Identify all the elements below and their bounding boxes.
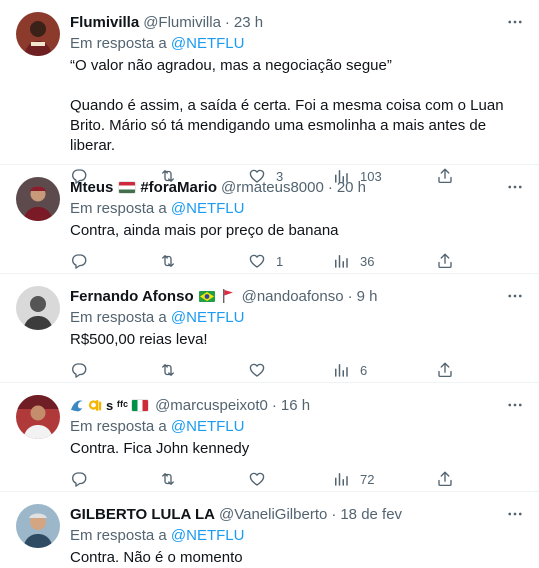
tweet-text: Contra, ainda mais por preço de banana: [70, 222, 339, 239]
italy-flag-icon: [132, 399, 149, 411]
avatar[interactable]: [16, 504, 60, 548]
display-name[interactable]: Fernando Afonso: [70, 288, 194, 305]
timestamp[interactable]: 9 h: [357, 288, 378, 305]
like-count: 1: [276, 253, 284, 269]
user-handle[interactable]: @marcuspeixot0: [155, 397, 268, 414]
reply-context: Em resposta a @NETFLU: [70, 308, 523, 328]
more-icon[interactable]: [503, 502, 527, 526]
share-button[interactable]: [436, 360, 454, 380]
tweet-text: Contra. Não é o momento: [70, 549, 243, 566]
views-icon: [332, 252, 350, 270]
reply-prefix: Em resposta a: [70, 200, 167, 217]
share-icon: [436, 470, 454, 488]
more-icon[interactable]: [503, 284, 527, 308]
tweet-text: “O valor não agradou, mas a negociação s…: [70, 57, 504, 154]
views-button[interactable]: 6: [332, 360, 367, 380]
reply-button[interactable]: [70, 251, 88, 271]
like-icon: [248, 470, 266, 488]
tweet[interactable]: s ᶠᶠᶜ @marcuspeixot0 · 16 h Em resposta …: [0, 383, 539, 492]
share-icon: [436, 252, 454, 270]
retweet-button[interactable]: [159, 251, 177, 271]
reply-context: Em resposta a @NETFLU: [70, 34, 523, 54]
wave-icon: [70, 397, 86, 413]
view-count: 72: [360, 471, 375, 487]
retweet-icon: [159, 252, 177, 270]
mention-link[interactable]: @NETFLU: [171, 309, 245, 326]
like-button[interactable]: [248, 469, 266, 489]
display-name[interactable]: Mteus: [70, 179, 113, 196]
retweet-icon: [159, 470, 177, 488]
reply-prefix: Em resposta a: [70, 309, 167, 326]
user-handle[interactable]: @nandoafonso: [242, 288, 344, 305]
mention-link[interactable]: @NETFLU: [171, 200, 245, 217]
display-name[interactable]: Flumivilla: [70, 14, 139, 31]
reply-button[interactable]: [70, 469, 88, 489]
more-icon[interactable]: [503, 175, 527, 199]
share-button[interactable]: [436, 251, 454, 271]
like-button[interactable]: 1: [248, 251, 283, 271]
tweet[interactable]: GILBERTO LULA LA @VaneliGilberto · 18 de…: [0, 492, 539, 567]
more-icon[interactable]: [503, 393, 527, 417]
views-icon: [332, 470, 350, 488]
tweet[interactable]: Fernando Afonso @nandoafonso · 9 h Em re…: [0, 274, 539, 383]
retweet-button[interactable]: [159, 360, 177, 380]
views-button[interactable]: 36: [332, 251, 374, 271]
display-name[interactable]: GILBERTO LULA LA: [70, 506, 215, 523]
like-button[interactable]: [248, 360, 266, 380]
avatar[interactable]: [16, 177, 60, 221]
hungary-flag-icon: [119, 181, 136, 193]
tweet[interactable]: Flumivilla @Flumivilla · 23 h Em respost…: [0, 0, 539, 165]
red-flag-icon: [222, 289, 234, 303]
more-icon[interactable]: [503, 10, 527, 34]
user-handle[interactable]: @Flumivilla: [143, 14, 221, 31]
views-button[interactable]: 72: [332, 469, 374, 489]
mention-link[interactable]: @NETFLU: [171, 527, 245, 544]
view-count: 36: [360, 253, 375, 269]
share-icon: [436, 361, 454, 379]
reply-context: Em resposta a @NETFLU: [70, 199, 523, 219]
reply-button[interactable]: [70, 360, 88, 380]
timestamp[interactable]: 20 h: [337, 179, 366, 196]
reply-context: Em resposta a @NETFLU: [70, 417, 523, 437]
user-handle[interactable]: @rmateus8000: [221, 179, 324, 196]
retweet-icon: [159, 361, 177, 379]
timestamp[interactable]: 16 h: [281, 397, 310, 414]
reply-prefix: Em resposta a: [70, 418, 167, 435]
reply-prefix: Em resposta a: [70, 527, 167, 544]
reply-context: Em resposta a @NETFLU: [70, 526, 523, 546]
view-count: 6: [360, 362, 368, 378]
mention-link[interactable]: @NETFLU: [171, 35, 245, 52]
tweet[interactable]: Mteus #foraMario @rmateus8000 · 20 h Em …: [0, 165, 539, 274]
tweet-text: R$500,00 reias leva!: [70, 331, 208, 348]
reply-icon: [70, 252, 88, 270]
name-hashtag: #foraMario: [140, 178, 218, 196]
reply-icon: [70, 470, 88, 488]
avatar[interactable]: [16, 395, 60, 439]
display-name[interactable]: s ᶠᶠᶜ: [106, 398, 128, 413]
reply-feed: Flumivilla @Flumivilla · 23 h Em respost…: [0, 0, 539, 567]
timestamp[interactable]: 18 de fev: [340, 506, 402, 523]
like-icon: [248, 361, 266, 379]
share-button[interactable]: [436, 469, 454, 489]
reply-icon: [70, 361, 88, 379]
ok-hand-icon: [88, 397, 103, 413]
tweet-text: Contra. Fica John kennedy: [70, 440, 250, 457]
retweet-button[interactable]: [159, 469, 177, 489]
timestamp[interactable]: 23 h: [234, 14, 263, 31]
like-icon: [248, 252, 266, 270]
avatar[interactable]: [16, 286, 60, 330]
avatar[interactable]: [16, 12, 60, 56]
mention-link[interactable]: @NETFLU: [171, 418, 245, 435]
brazil-flag-icon: [198, 290, 215, 302]
user-handle[interactable]: @VaneliGilberto: [219, 506, 327, 523]
views-icon: [332, 361, 350, 379]
reply-prefix: Em resposta a: [70, 35, 167, 52]
